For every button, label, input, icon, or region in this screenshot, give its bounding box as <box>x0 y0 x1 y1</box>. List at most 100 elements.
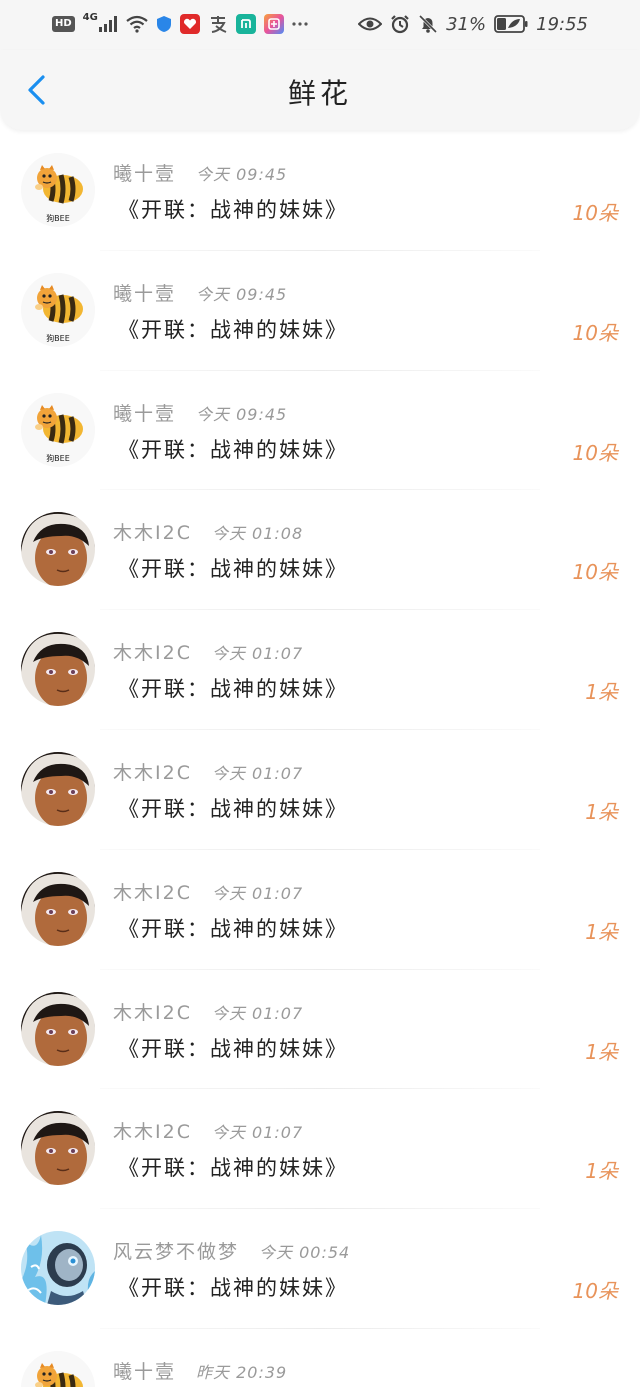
list-item[interactable]: 风云梦不做梦 今天 00:54 《开联：战神的妹妹》 10朵 <box>0 1209 640 1329</box>
list-item[interactable]: 木木I2C 今天 01:07 《开联：战神的妹妹》 1朵 <box>0 970 640 1090</box>
avatar-caption: 狗BEE <box>46 213 70 223</box>
avatar-caption: 狗BEE <box>46 453 70 463</box>
book-title[interactable]: 《开联：战神的妹妹》 <box>118 434 348 464</box>
sender-name[interactable]: 木木I2C <box>113 998 192 1025</box>
clock-time: 19:55 <box>536 13 588 35</box>
page-title: 鲜花 <box>287 77 352 110</box>
list-item[interactable]: 木木I2C 今天 01:07 《开联：战神的妹妹》 1朵 <box>0 1089 640 1209</box>
flower-count: 1朵 <box>585 1039 618 1064</box>
row-meta: 木木I2C 今天 01:07 <box>113 1117 303 1144</box>
anime-boy-avatar[interactable] <box>21 871 95 946</box>
book-title[interactable]: 《开联：战神的妹妹》 <box>118 1033 348 1063</box>
heart-app-icon <box>179 14 200 34</box>
shield-icon <box>156 15 172 33</box>
row-meta: 木木I2C 今天 01:07 <box>113 998 303 1025</box>
list-item[interactable]: 木木I2C 今天 01:07 《开联：战神的妹妹》 1朵 <box>0 610 640 730</box>
eye-icon <box>358 16 383 32</box>
sender-name[interactable]: 木木I2C <box>113 638 192 665</box>
flower-count: 10朵 <box>572 320 618 345</box>
book-title[interactable]: 《开联：战神的妹妹》 <box>118 553 348 583</box>
robot-avatar[interactable] <box>21 1231 95 1306</box>
flower-count: 10朵 <box>572 440 618 465</box>
anime-boy-avatar[interactable] <box>21 632 95 707</box>
flower-count: 10朵 <box>572 1279 618 1304</box>
anime-boy-avatar[interactable] <box>21 512 95 587</box>
list-item[interactable]: 曦十壹 昨天 20:39 <box>0 1329 640 1387</box>
send-time: 今天 01:07 <box>211 1003 304 1023</box>
list-item[interactable]: 狗BEE 曦十壹 今天 09:45 《开联：战神的妹妹》 10朵 <box>0 371 640 491</box>
alarm-icon <box>390 14 410 34</box>
mute-bell-icon <box>418 14 438 34</box>
flower-record-list: 狗BEE 曦十壹 今天 09:45 《开联：战神的妹妹》 10朵 狗BEE 曦十… <box>0 131 640 1387</box>
row-meta: 木木I2C 今天 01:07 <box>113 758 303 785</box>
status-left-icons: HD 4G <box>52 12 308 36</box>
more-notifications-icon <box>292 21 308 27</box>
bee-avatar[interactable] <box>21 1350 95 1387</box>
list-item[interactable]: 狗BEE 曦十壹 今天 09:45 《开联：战神的妹妹》 10朵 <box>0 131 640 251</box>
bee-avatar[interactable]: 狗BEE <box>21 153 95 227</box>
anime-boy-avatar[interactable] <box>21 1111 95 1186</box>
sender-name[interactable]: 曦十壹 <box>113 399 176 426</box>
row-meta: 风云梦不做梦 今天 00:54 <box>113 1237 350 1264</box>
signal-icon: 4G <box>82 12 118 33</box>
send-time: 今天 01:07 <box>211 763 304 783</box>
send-time: 今天 01:07 <box>211 883 304 903</box>
flower-count: 1朵 <box>585 1159 618 1184</box>
list-item[interactable]: 木木I2C 今天 01:08 《开联：战神的妹妹》 10朵 <box>0 490 640 610</box>
book-title[interactable]: 《开联：战神的妹妹》 <box>118 793 348 823</box>
mi-app-icon <box>235 14 256 34</box>
list-item[interactable]: 狗BEE 曦十壹 今天 09:45 《开联：战神的妹妹》 10朵 <box>0 251 640 371</box>
send-time: 今天 09:45 <box>196 404 288 424</box>
sender-name[interactable]: 曦十壹 <box>113 279 176 306</box>
status-bar: HD 4G 31% 19:55 <box>0 0 640 50</box>
list-item[interactable]: 木木I2C 今天 01:07 《开联：战神的妹妹》 1朵 <box>0 730 640 850</box>
battery-icon <box>494 15 528 33</box>
sender-name[interactable]: 曦十壹 <box>113 159 176 186</box>
send-time: 今天 09:45 <box>196 284 288 304</box>
network-type-label: 4G <box>82 12 98 23</box>
send-time: 今天 00:54 <box>259 1243 351 1263</box>
row-meta: 木木I2C 今天 01:07 <box>113 878 303 905</box>
anime-boy-avatar[interactable] <box>21 991 95 1066</box>
send-time: 昨天 20:39 <box>196 1362 288 1382</box>
colorful-app-icon <box>263 14 284 34</box>
row-meta: 曦十壹 昨天 20:39 <box>113 1357 287 1384</box>
send-time: 今天 01:08 <box>211 524 304 544</box>
row-meta: 曦十壹 今天 09:45 <box>113 279 287 306</box>
flowers-screen: HD 4G 31% 19:55 鲜花 狗BEE 曦十壹 今天 09:45 《开联… <box>0 0 640 1387</box>
hd-icon: HD <box>52 16 75 32</box>
book-title[interactable]: 《开联：战神的妹妹》 <box>118 314 348 344</box>
sender-name[interactable]: 木木I2C <box>113 1117 192 1144</box>
status-right-icons: 31% 19:55 <box>358 12 588 36</box>
book-title[interactable]: 《开联：战神的妹妹》 <box>118 1272 348 1302</box>
flower-count: 1朵 <box>585 680 618 705</box>
navigation-header: 鲜花 <box>0 50 640 130</box>
sender-name[interactable]: 木木I2C <box>113 878 192 905</box>
sender-name[interactable]: 木木I2C <box>113 758 192 785</box>
row-meta: 曦十壹 今天 09:45 <box>113 159 287 186</box>
row-meta: 木木I2C 今天 01:07 <box>113 638 303 665</box>
book-title[interactable]: 《开联：战神的妹妹》 <box>118 913 348 943</box>
send-time: 今天 09:45 <box>196 165 288 184</box>
bee-avatar[interactable]: 狗BEE <box>21 272 95 347</box>
sender-name[interactable]: 木木I2C <box>113 518 192 545</box>
flower-count: 10朵 <box>572 560 618 585</box>
book-title[interactable]: 《开联：战神的妹妹》 <box>118 1152 348 1182</box>
book-title[interactable]: 《开联：战神的妹妹》 <box>118 194 348 224</box>
alipay-icon <box>208 14 228 34</box>
flower-count: 1朵 <box>585 799 618 824</box>
flower-count: 10朵 <box>572 201 618 225</box>
wifi-icon <box>126 15 148 33</box>
row-meta: 木木I2C 今天 01:08 <box>113 518 303 545</box>
flower-count: 1朵 <box>585 919 618 944</box>
avatar-caption: 狗BEE <box>46 333 70 343</box>
row-meta: 曦十壹 今天 09:45 <box>113 399 287 426</box>
battery-percent: 31% <box>446 13 487 35</box>
send-time: 今天 01:07 <box>211 644 304 664</box>
sender-name[interactable]: 曦十壹 <box>113 1357 176 1384</box>
sender-name[interactable]: 风云梦不做梦 <box>113 1237 239 1264</box>
list-item[interactable]: 木木I2C 今天 01:07 《开联：战神的妹妹》 1朵 <box>0 850 640 970</box>
anime-boy-avatar[interactable] <box>21 751 95 826</box>
book-title[interactable]: 《开联：战神的妹妹》 <box>118 673 348 703</box>
bee-avatar[interactable]: 狗BEE <box>21 392 95 467</box>
